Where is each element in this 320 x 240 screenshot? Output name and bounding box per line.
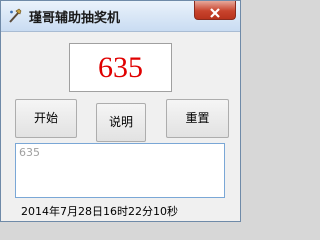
window-title: 瑾哥辅助抽奖机 [29, 11, 121, 26]
wand-icon [7, 8, 23, 24]
close-button[interactable] [194, 1, 236, 20]
result-number: 635 [98, 51, 143, 84]
result-display: 635 [69, 43, 172, 92]
log-entry: 635 [19, 146, 40, 159]
title-bar[interactable]: 瑾哥辅助抽奖机 [1, 1, 240, 32]
status-datetime: 2014年7月28日16时22分10秒 [21, 205, 178, 218]
close-icon [209, 4, 221, 18]
app-window: 瑾哥辅助抽奖机 635 开始 说明 重置 635 2014年7月28日16时22… [0, 0, 241, 222]
help-button[interactable]: 说明 [96, 103, 146, 142]
start-button[interactable]: 开始 [15, 99, 77, 138]
reset-button[interactable]: 重置 [166, 99, 229, 138]
history-log[interactable]: 635 [15, 143, 225, 198]
